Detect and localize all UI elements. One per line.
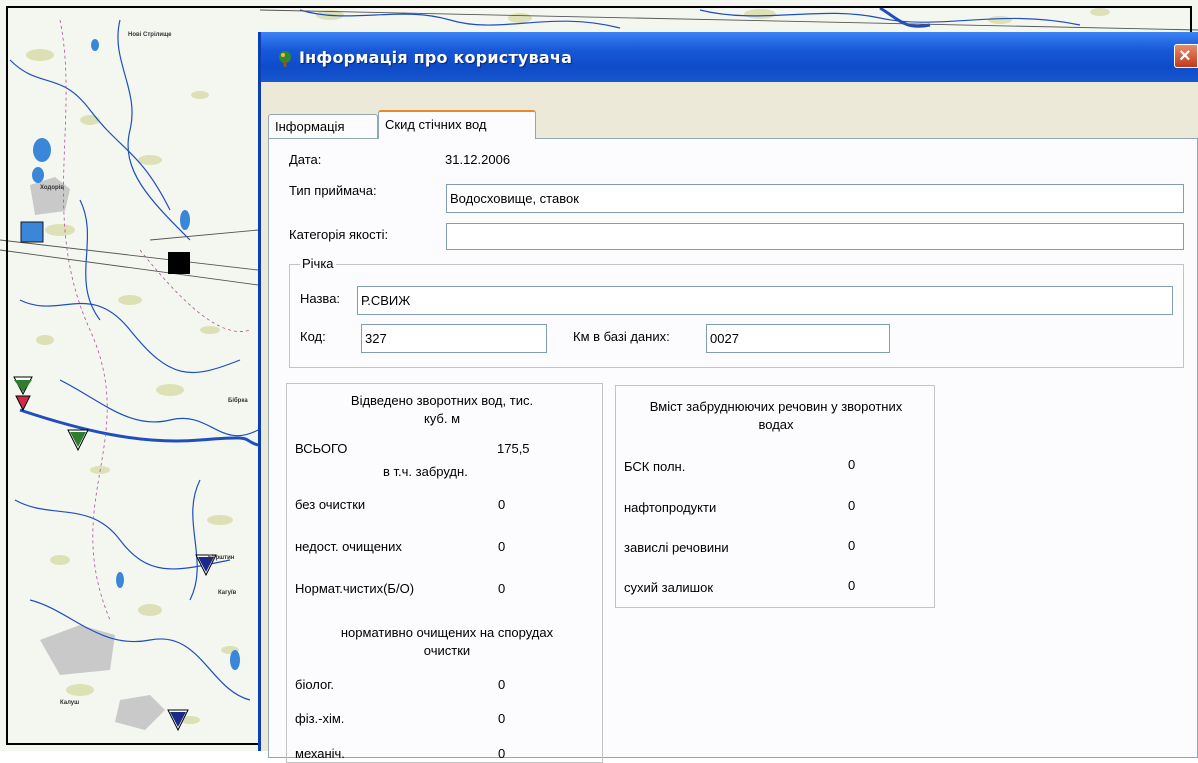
oil-products-value: 0 <box>848 498 856 513</box>
total-label: ВСЬОГО <box>295 441 348 456</box>
tab-info[interactable]: Інформація <box>268 114 378 138</box>
biological-label: біолог. <box>295 677 335 692</box>
pollutants-title: Вміст забруднюючих речовин у зворотних в… <box>649 399 903 432</box>
river-code-field[interactable]: 327 <box>361 324 547 353</box>
river-group-title: Річка <box>300 256 336 271</box>
pollutants-box: Вміст забруднюючих речовин у зворотних в… <box>615 385 935 608</box>
physchem-value: 0 <box>498 711 506 726</box>
total-value: 175,5 <box>497 441 530 456</box>
close-button[interactable]: × <box>1174 44 1198 68</box>
discharged-water-box: Відведено зворотних вод, тис. куб. м ВСЬ… <box>286 383 603 763</box>
close-icon: × <box>1179 45 1191 67</box>
dry-residue-value: 0 <box>848 578 856 593</box>
river-name-label: Назва: <box>300 291 341 306</box>
user-info-dialog: Інформація про користувача × Інформація … <box>258 32 1198 763</box>
insufficiently-treated-value: 0 <box>498 539 506 554</box>
river-code-label: Код: <box>300 329 326 344</box>
insufficiently-treated-label: недост. очищених <box>295 539 402 554</box>
dialog-title: Інформація про користувача <box>299 48 573 67</box>
physchem-label: фіз.-хім. <box>295 711 345 726</box>
tab-wastewater[interactable]: Скид стічних вод <box>378 110 536 139</box>
mechanical-label: механіч. <box>295 746 345 761</box>
receiver-type-label: Тип приймача: <box>289 183 377 198</box>
discharged-title: Відведено зворотних вод, тис. куб. м <box>350 393 534 426</box>
date-label: Дата: <box>289 152 322 167</box>
tab-panel-wastewater: Дата: 31.12.2006 Тип приймача: Водосхови… <box>268 138 1198 763</box>
untreated-label: без очистки <box>295 497 366 512</box>
untreated-value: 0 <box>498 497 506 512</box>
river-km-label: Км в базі даних: <box>573 329 670 344</box>
dry-residue-label: сухий залишок <box>624 580 714 595</box>
normative-clean-value: 0 <box>498 581 506 596</box>
normative-clean-label: Нормат.чистих(Б/О) <box>295 581 415 596</box>
oil-products-label: нафтопродукти <box>624 500 717 515</box>
tree-icon <box>279 51 291 67</box>
treated-title: нормативно очищених на спорудах очистки <box>340 625 554 658</box>
bod-value: 0 <box>848 457 856 472</box>
biological-value: 0 <box>498 677 506 692</box>
river-km-field[interactable]: 0027 <box>706 324 890 353</box>
dialog-titlebar[interactable]: Інформація про користувача × <box>261 32 1198 82</box>
quality-category-label: Категорія якості: <box>289 227 389 242</box>
mechanical-value: 0 <box>498 746 506 761</box>
quality-category-field[interactable] <box>446 223 1184 250</box>
incl-polluted-label: в т.ч. забрудн. <box>383 464 468 479</box>
receiver-type-field[interactable]: Водосховище, ставок <box>446 184 1184 213</box>
suspended-value: 0 <box>848 538 856 553</box>
suspended-label: завислі речовини <box>624 540 729 555</box>
river-name-field[interactable]: Р.СВИЖ <box>357 286 1173 315</box>
date-value: 31.12.2006 <box>445 152 511 167</box>
river-groupbox: Річка Назва: Р.СВИЖ Код: 327 Км в базі д… <box>289 256 1184 368</box>
bod-label: БСК полн. <box>624 459 686 474</box>
